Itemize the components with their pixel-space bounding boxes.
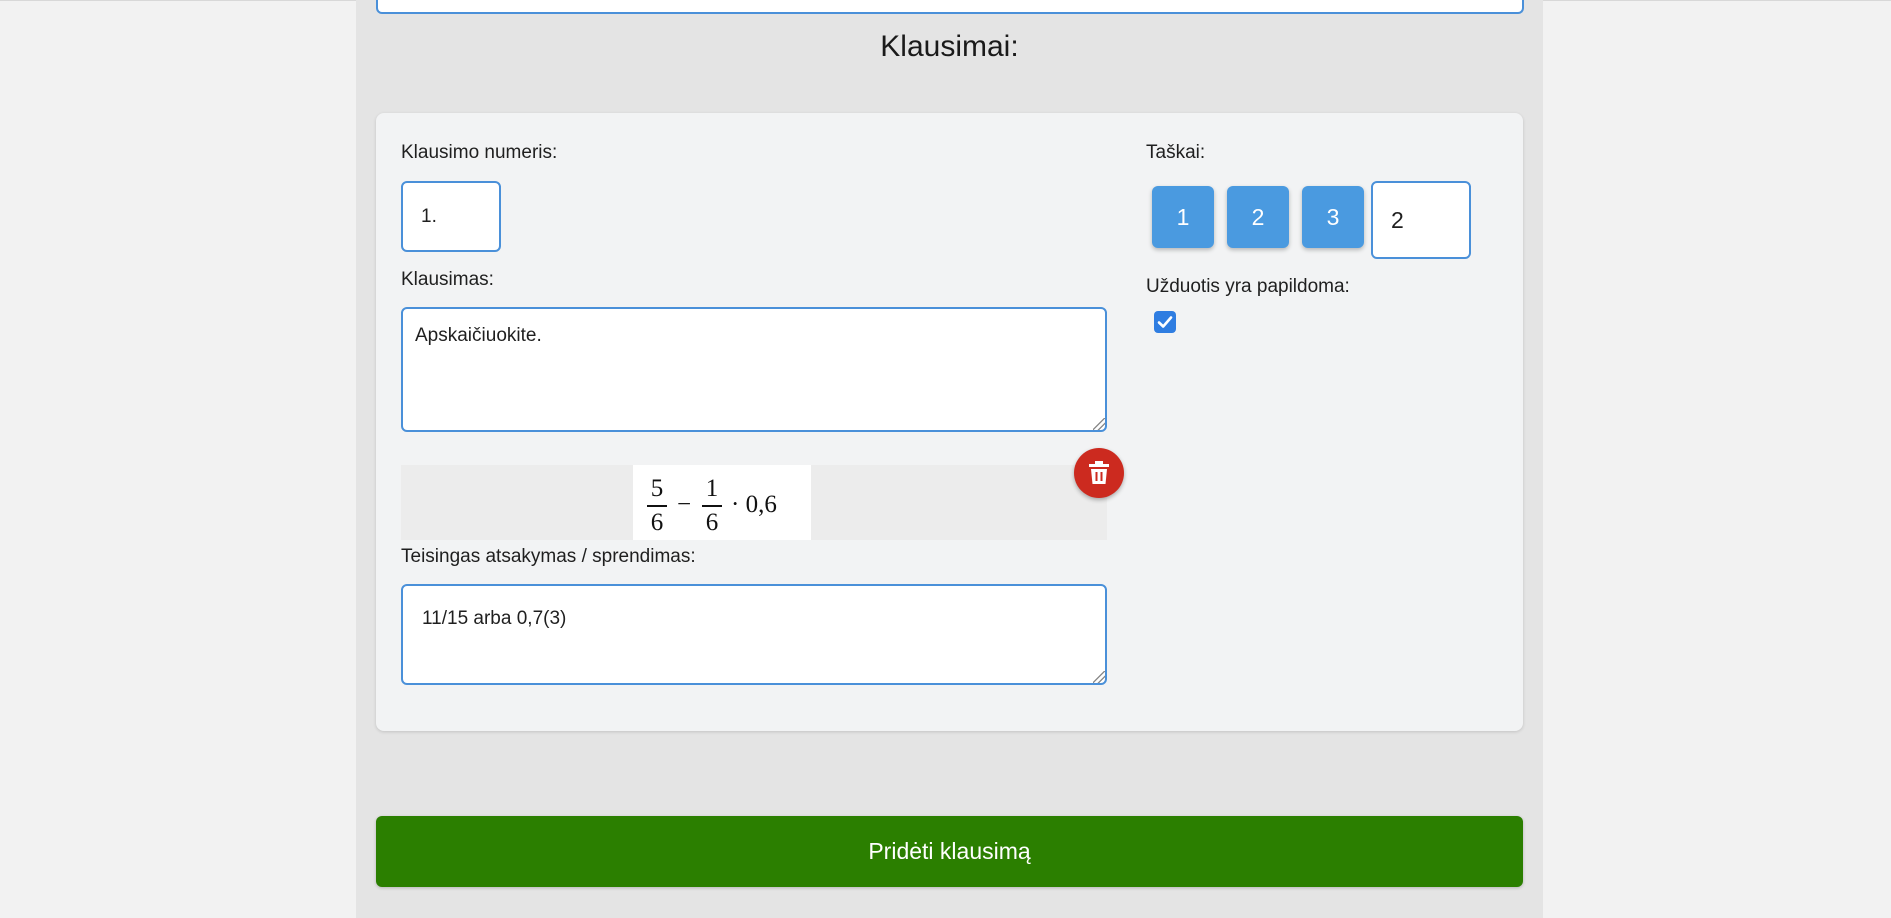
extra-task-checkbox[interactable] (1154, 311, 1176, 333)
points-option-3[interactable]: 3 (1302, 186, 1364, 248)
minus-sign: − (677, 491, 692, 518)
question-number-input[interactable] (401, 181, 501, 252)
question-card: Klausimo numeris: Klausimas: Apskaičiuok… (376, 113, 1523, 731)
question-number-label: Klausimo numeris: (401, 142, 558, 163)
formula-image-area: 5 6 − 1 6 · 0,6 (401, 465, 1107, 540)
points-label: Taškai: (1146, 142, 1206, 163)
points-option-2[interactable]: 2 (1227, 186, 1289, 248)
fraction-numerator: 1 (705, 475, 719, 502)
resize-grip[interactable] (1093, 418, 1105, 430)
points-option-1[interactable]: 1 (1152, 186, 1214, 248)
main-column: Klausimai: Klausimo numeris: Klausimas: … (356, 0, 1543, 918)
formula-image: 5 6 − 1 6 · 0,6 (633, 465, 811, 540)
extra-task-label: Užduotis yra papildoma: (1146, 276, 1350, 297)
add-question-button[interactable]: Pridėti klausimą (376, 816, 1523, 887)
resize-grip[interactable] (1093, 671, 1105, 683)
answer-textarea[interactable]: 11/15 arba 0,7(3) (401, 584, 1107, 685)
section-title: Klausimai: (880, 30, 1019, 63)
previous-field[interactable] (376, 0, 1524, 14)
answer-label: Teisingas atsakymas / sprendimas: (401, 546, 696, 567)
delete-image-button[interactable] (1074, 448, 1124, 498)
question-label: Klausimas: (401, 269, 494, 290)
points-input[interactable] (1371, 181, 1471, 259)
formula-tail: · 0,6 (731, 491, 777, 518)
check-icon (1157, 316, 1173, 328)
trash-icon (1089, 461, 1109, 484)
question-textarea[interactable]: Apskaičiuokite. (401, 307, 1107, 432)
fraction-denominator: 6 (650, 509, 664, 536)
fraction-denominator: 6 (705, 509, 719, 536)
fraction-numerator: 5 (650, 475, 664, 502)
